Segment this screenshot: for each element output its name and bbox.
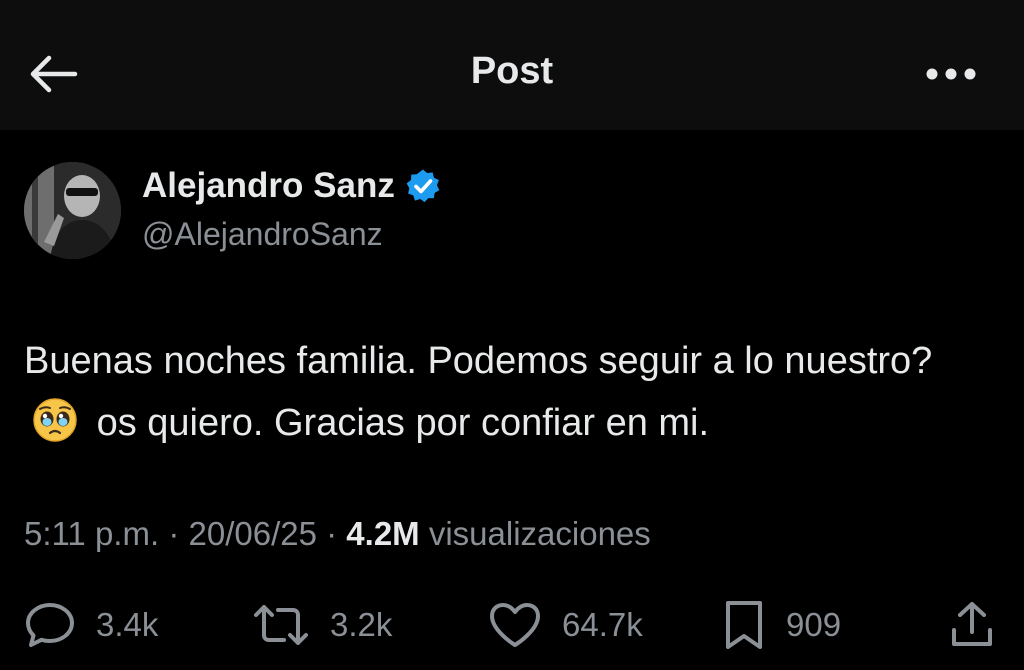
like-count: 64.7k [562,606,643,643]
bookmark-button[interactable]: 909 [722,590,841,660]
repost-button[interactable]: 3.2k [252,590,392,660]
post-text-part1: Buenas noches familia. Podemos seguir a … [24,340,933,382]
views-count[interactable]: 4.2M [346,515,419,552]
avatar[interactable] [24,162,121,259]
bookmark-count: 909 [786,606,842,643]
meta-separator: · [326,515,338,552]
action-bar: 3.4k 3.2k 64.7k 909 [0,590,1024,660]
post-text: Buenas noches familia. Podemos seguir a … [24,330,1004,454]
reply-icon [26,603,74,647]
post-metadata: 5:11 p.m. · 20/06/25 · 4.2M visualizacio… [24,515,651,553]
meta-separator: · [168,515,180,552]
post-date[interactable]: 20/06/25 [188,515,316,552]
author-handle[interactable]: @AlejandroSanz [142,216,383,253]
page-title: Post [470,50,554,92]
post-time[interactable]: 5:11 p.m. [24,515,159,552]
author-name-text: Alejandro Sanz [142,166,395,205]
repost-icon [254,605,308,645]
top-bar: Post [0,0,1024,130]
author-name[interactable]: Alejandro Sanz [142,166,441,206]
bookmark-icon [726,601,762,649]
repost-count: 3.2k [330,606,393,643]
share-icon [952,602,992,646]
avatar-photo [24,162,121,259]
pleading-face-emoji-icon [32,397,78,443]
verified-badge-icon [405,168,441,204]
post-text-part2: os quiero. Gracias por confiar en mi. [96,402,710,444]
views-label: visualizaciones [428,515,651,552]
like-button[interactable]: 64.7k [488,590,643,660]
share-button[interactable] [950,590,994,660]
reply-count: 3.4k [96,606,159,643]
reply-button[interactable]: 3.4k [24,590,158,660]
heart-icon [490,603,540,647]
more-options-button[interactable] [920,52,982,96]
more-dots-icon [926,68,976,80]
